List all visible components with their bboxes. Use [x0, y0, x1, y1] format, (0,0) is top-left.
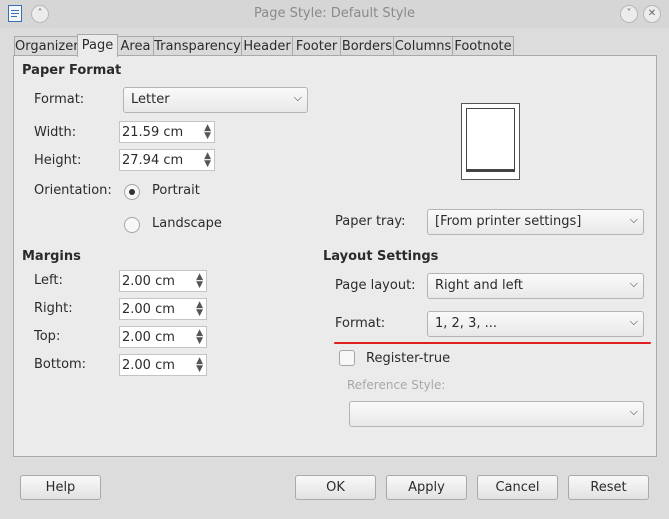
- reset-button[interactable]: Reset: [568, 475, 649, 500]
- height-value: 27.94 cm: [122, 153, 184, 168]
- red-annotation-underline: [334, 342, 651, 344]
- spin-down-icon[interactable]: ▼: [204, 132, 211, 141]
- apply-button[interactable]: Apply: [386, 475, 467, 500]
- window-title: Page Style: Default Style: [253, 6, 416, 21]
- margin-top-spinbox[interactable]: 2.00 cm ▲ ▼: [119, 326, 207, 348]
- paper-format-select[interactable]: Letter ⌵: [123, 87, 308, 113]
- reference-style-label: Reference Style:: [347, 378, 446, 392]
- tab-borders[interactable]: Borders: [340, 36, 394, 56]
- tab-columns[interactable]: Columns: [393, 36, 453, 56]
- tab-footer[interactable]: Footer: [292, 36, 341, 56]
- minimize-icon[interactable]: ˅: [620, 5, 638, 23]
- page-layout-label: Page layout:: [335, 278, 416, 293]
- paper-tray-value: [From printer settings]: [435, 214, 582, 229]
- reference-style-select: ⌵: [349, 401, 644, 427]
- page-preview: [461, 103, 520, 180]
- tab-transparency[interactable]: Transparency: [153, 36, 242, 56]
- portrait-label[interactable]: Portrait: [152, 183, 200, 198]
- height-label: Height:: [34, 153, 82, 168]
- tab-page[interactable]: Page: [77, 34, 118, 57]
- spin-down-icon[interactable]: ▼: [204, 160, 211, 169]
- portrait-radio[interactable]: [124, 184, 140, 200]
- page-layout-select[interactable]: Right and left ⌵: [427, 273, 644, 299]
- width-value: 21.59 cm: [122, 125, 184, 140]
- tab-header[interactable]: Header: [241, 36, 293, 56]
- spin-down-icon[interactable]: ▼: [196, 365, 203, 374]
- numbering-format-label: Format:: [335, 316, 386, 331]
- paper-format-value: Letter: [131, 92, 170, 107]
- numbering-format-select[interactable]: 1, 2, 3, ... ⌵: [427, 311, 644, 337]
- paper-tray-label: Paper tray:: [335, 214, 406, 229]
- ok-button[interactable]: OK: [295, 475, 376, 500]
- margin-top-label: Top:: [34, 329, 61, 344]
- margin-right-value: 2.00 cm: [122, 302, 175, 317]
- orientation-label: Orientation:: [34, 183, 112, 198]
- numbering-format-value: 1, 2, 3, ...: [435, 316, 498, 331]
- layout-settings-heading: Layout Settings: [323, 249, 439, 264]
- margins-heading: Margins: [22, 249, 81, 264]
- chevron-down-icon: ⌵: [629, 405, 638, 418]
- margin-right-label: Right:: [34, 301, 73, 316]
- tab-organizer[interactable]: Organizer: [14, 36, 79, 56]
- width-label: Width:: [34, 125, 77, 140]
- margin-bottom-label: Bottom:: [34, 357, 87, 372]
- register-true-label[interactable]: Register-true: [366, 351, 450, 366]
- cancel-button[interactable]: Cancel: [477, 475, 558, 500]
- width-spinbox[interactable]: 21.59 cm ▲ ▼: [119, 121, 215, 143]
- page-layout-value: Right and left: [435, 278, 524, 293]
- paper-tray-select[interactable]: [From printer settings] ⌵: [427, 209, 644, 235]
- chevron-down-icon: ⌵: [629, 277, 638, 290]
- margin-top-value: 2.00 cm: [122, 330, 175, 345]
- register-true-checkbox[interactable]: [339, 350, 355, 366]
- spin-down-icon[interactable]: ▼: [196, 337, 203, 346]
- chevron-down-icon: ⌵: [629, 315, 638, 328]
- chevron-down-icon: ⌵: [293, 91, 302, 104]
- height-spinbox[interactable]: 27.94 cm ▲ ▼: [119, 149, 215, 171]
- margin-bottom-spinbox[interactable]: 2.00 cm ▲ ▼: [119, 354, 207, 376]
- margin-left-label: Left:: [34, 273, 63, 288]
- chevron-down-icon: ⌵: [629, 213, 638, 226]
- margin-left-spinbox[interactable]: 2.00 cm ▲ ▼: [119, 270, 207, 292]
- format-label: Format:: [34, 92, 85, 107]
- paper-format-heading: Paper Format: [22, 63, 122, 78]
- tab-area[interactable]: Area: [117, 36, 154, 56]
- page-preview-sheet: [466, 108, 515, 172]
- tab-footnote[interactable]: Footnote: [452, 36, 514, 56]
- landscape-label[interactable]: Landscape: [152, 216, 222, 231]
- margin-left-value: 2.00 cm: [122, 274, 175, 289]
- close-icon[interactable]: ✕: [643, 5, 661, 23]
- title-bar: ˄ Page Style: Default Style ˅ ✕: [0, 0, 669, 28]
- help-button[interactable]: Help: [20, 475, 101, 500]
- spin-down-icon[interactable]: ▼: [196, 281, 203, 290]
- margin-right-spinbox[interactable]: 2.00 cm ▲ ▼: [119, 298, 207, 320]
- spin-down-icon[interactable]: ▼: [196, 309, 203, 318]
- landscape-radio[interactable]: [124, 217, 140, 233]
- margin-bottom-value: 2.00 cm: [122, 358, 175, 373]
